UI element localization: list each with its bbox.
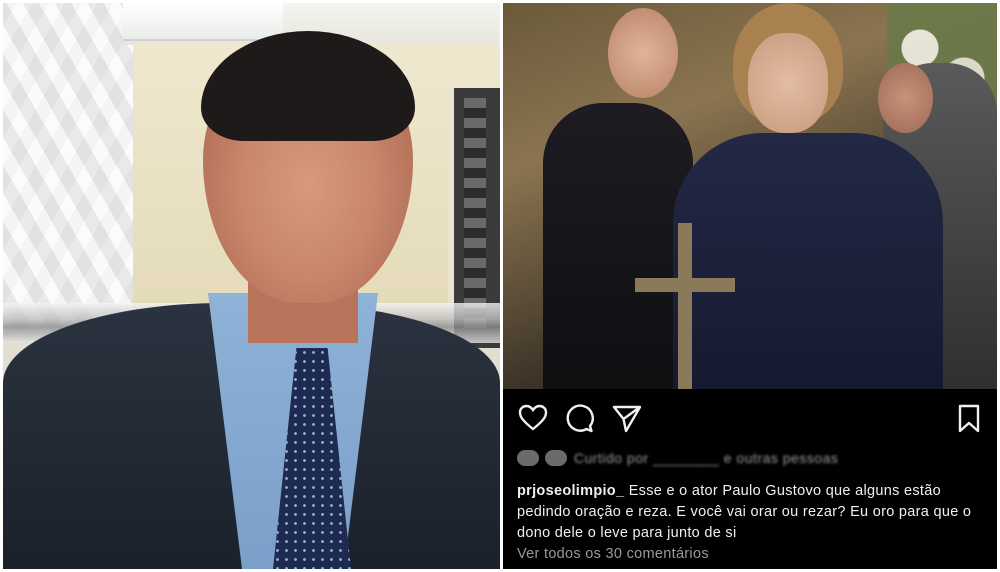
caption-username[interactable]: prjoseolimpio_: [517, 483, 624, 499]
send-icon[interactable]: [611, 402, 643, 434]
likes-summary[interactable]: Curtido por ________ e outras pessoas: [517, 449, 977, 471]
textured-wall: [3, 3, 133, 333]
avatar: [517, 449, 539, 466]
action-bar: [503, 389, 997, 443]
crucifix: [635, 223, 735, 389]
instagram-post-footer: Curtido por ________ e outras pessoas pr…: [503, 389, 997, 569]
scene-photo: [503, 3, 997, 389]
comment-icon[interactable]: [563, 402, 595, 434]
composite-image: Curtido por ________ e outras pessoas pr…: [0, 0, 1000, 572]
likes-text: Curtido por ________ e outras pessoas: [573, 449, 839, 466]
portrait-photo: [3, 3, 500, 569]
bookmark-icon[interactable]: [953, 402, 985, 434]
avatar: [545, 449, 568, 466]
person-right-head: [878, 63, 933, 133]
view-comments-link[interactable]: Ver todos os 30 comentários: [517, 546, 709, 562]
post-caption: prjoseolimpio_ Esse e o ator Paulo Gusto…: [517, 481, 985, 544]
air-conditioner: [123, 3, 283, 41]
person-center-face: [748, 33, 828, 133]
person-left-head: [608, 8, 678, 98]
heart-icon[interactable]: [517, 402, 549, 434]
